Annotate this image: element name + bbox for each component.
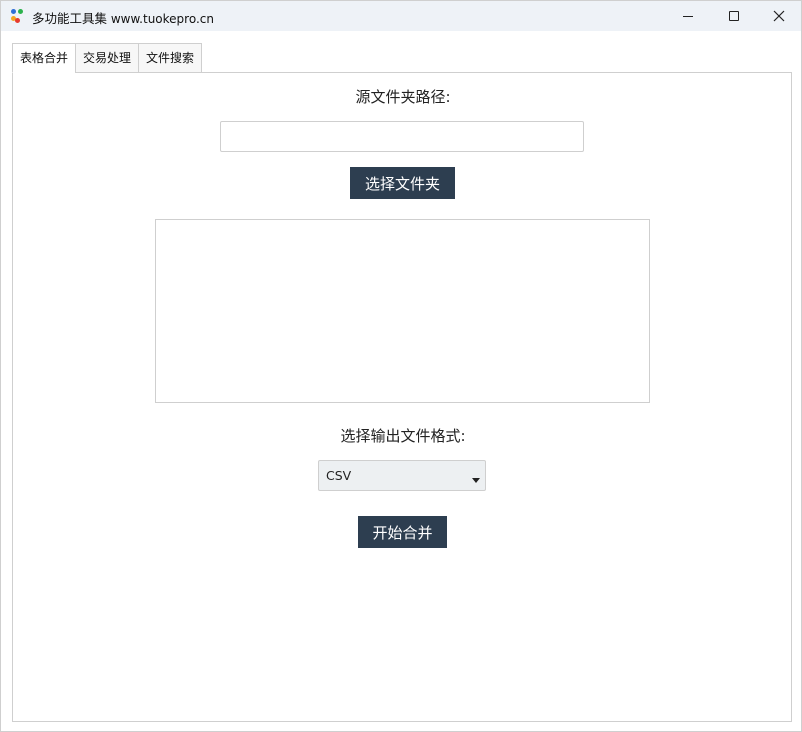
minimize-icon [683,15,693,17]
source-folder-input[interactable] [220,121,584,152]
tab-bar: 表格合并 交易处理 文件搜索 [12,43,203,73]
tab-trade-processing[interactable]: 交易处理 [75,43,139,73]
window-title-url: www.tuokepro.cn [107,12,214,26]
start-merge-button[interactable]: 开始合并 [358,516,447,548]
table-merge-panel: 源文件夹路径: 选择文件夹 选择输出文件格式: CSV 开始合并 [12,72,792,722]
maximize-button[interactable] [711,1,757,31]
output-format-label: 选择输出文件格式: [340,427,466,445]
window-title: 多功能工具集 www.tuokepro.cn [32,8,214,27]
dropdown-arrow-icon [472,478,480,483]
app-logo-icon [11,9,25,23]
window-title-name: 多功能工具集 [32,11,108,26]
title-bar[interactable]: 多功能工具集 www.tuokepro.cn [1,1,801,31]
tab-table-merge[interactable]: 表格合并 [12,43,76,73]
output-format-value: CSV [326,468,352,483]
maximize-icon [729,11,739,21]
source-folder-label: 源文件夹路径: [355,88,451,106]
close-icon [773,10,785,22]
output-format-select[interactable]: CSV [318,460,486,491]
minimize-button[interactable] [665,1,711,31]
app-window: 多功能工具集 www.tuokepro.cn 表格合并 交易处理 文件搜索 源文… [0,0,802,732]
close-button[interactable] [756,1,802,31]
tab-file-search[interactable]: 文件搜索 [138,43,203,73]
file-list-box[interactable] [155,219,650,403]
select-folder-button[interactable]: 选择文件夹 [350,167,455,199]
